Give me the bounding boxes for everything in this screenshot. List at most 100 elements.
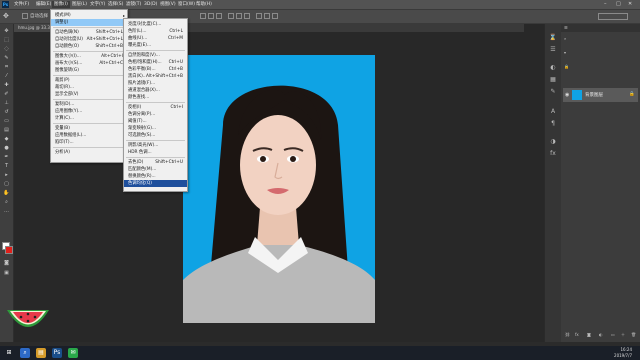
search-icon[interactable]: ⌕ bbox=[20, 348, 30, 358]
menu-item[interactable]: 复制(D)... bbox=[51, 101, 127, 108]
eye-icon[interactable]: ◉ bbox=[565, 92, 569, 98]
menu-item[interactable]: 自动颜色(O) Shift+Ctrl+B bbox=[51, 43, 127, 50]
3d-mode-icon[interactable] bbox=[256, 13, 262, 19]
type-icon[interactable]: T bbox=[3, 163, 10, 169]
windows-start-icon[interactable]: ⊞ bbox=[4, 348, 14, 358]
align-center-icon[interactable] bbox=[208, 13, 214, 19]
system-tray[interactable]: 16:24 2019/7/7 bbox=[614, 347, 632, 359]
menu-item[interactable]: 亮度/对比度(C)... bbox=[124, 21, 187, 28]
styles-panel-icon[interactable]: fx bbox=[549, 150, 557, 157]
menu-item[interactable]: 裁剪(P) bbox=[51, 77, 127, 84]
menu-item[interactable]: 色阶(L)... Ctrl+L bbox=[124, 28, 187, 35]
photoshop-taskbar-icon[interactable]: Ps bbox=[52, 348, 62, 358]
menu-item[interactable]: 应用图像(Y)... bbox=[51, 108, 127, 115]
menu-item[interactable]: 渐变映射(G)... bbox=[124, 125, 187, 132]
color-panel-icon[interactable]: ◐ bbox=[549, 64, 557, 71]
menu-item[interactable]: 色彩平衡(B)... Ctrl+B bbox=[124, 66, 187, 73]
menu-item[interactable]: 自然饱和度(V)... bbox=[124, 52, 187, 59]
lasso-icon[interactable]: ◌ bbox=[3, 46, 10, 52]
menu-item[interactable]: 替换颜色(R)... bbox=[124, 173, 187, 180]
file-explorer-icon[interactable]: ▤ bbox=[36, 348, 46, 358]
adjustment-layer-icon[interactable]: ◐ bbox=[599, 332, 603, 337]
menu-item[interactable]: 变量(B)▸ bbox=[51, 125, 127, 132]
hand-icon[interactable]: ✋ bbox=[3, 190, 10, 196]
brush-panel-icon[interactable]: ✎ bbox=[549, 88, 557, 95]
background-color-swatch[interactable] bbox=[5, 246, 13, 254]
screen-mode-icon[interactable]: ▣ bbox=[3, 270, 10, 276]
menu-help[interactable]: 帮助(H) bbox=[194, 1, 214, 8]
menu-edit[interactable]: 编辑(E) bbox=[34, 1, 53, 8]
group-icon[interactable]: ▭ bbox=[611, 332, 615, 337]
menu-item[interactable]: 计算(C)... bbox=[51, 115, 127, 122]
menu-type[interactable]: 文字(Y) bbox=[88, 1, 107, 8]
healing-icon[interactable]: ✚ bbox=[3, 82, 10, 88]
menu-item[interactable]: 色调分离(P)... bbox=[124, 111, 187, 118]
menu-item[interactable]: 匹配颜色(M)... bbox=[124, 166, 187, 173]
menu-item[interactable]: HDR 色调... bbox=[124, 149, 187, 156]
move-icon[interactable]: ✥ bbox=[3, 28, 10, 34]
properties-panel-icon[interactable]: ☰ bbox=[549, 46, 557, 53]
minimize-icon[interactable]: – bbox=[604, 1, 607, 7]
menu-item[interactable]: 裁切(R)... bbox=[51, 84, 127, 91]
menu-item[interactable]: 应用数据组(L)... bbox=[51, 132, 127, 139]
swatches-panel-icon[interactable]: ▦ bbox=[549, 76, 557, 83]
distribute-icon[interactable] bbox=[228, 13, 234, 19]
character-panel-icon[interactable]: A bbox=[549, 108, 557, 115]
menu-item[interactable]: 阴影/高光(W)... bbox=[124, 142, 187, 149]
3d-pan-icon[interactable] bbox=[272, 13, 278, 19]
shape-icon[interactable]: ▢ bbox=[3, 181, 10, 187]
menu-item[interactable]: 阈值(T)... bbox=[124, 118, 187, 125]
eraser-icon[interactable]: ▭ bbox=[3, 118, 10, 124]
paragraph-panel-icon[interactable]: ¶ bbox=[549, 120, 557, 127]
menu-item[interactable]: 图像大小(I)... Alt+Ctrl+I bbox=[51, 53, 127, 60]
menu-item[interactable]: 可选颜色(S)... bbox=[124, 132, 187, 139]
3d-rotate-icon[interactable] bbox=[264, 13, 270, 19]
pen-icon[interactable]: ✒ bbox=[3, 154, 10, 160]
menu-3d[interactable]: 3D(D) bbox=[142, 1, 159, 8]
menu-view[interactable]: 视图(V) bbox=[158, 1, 178, 8]
menu-item[interactable]: 自动对比度(U) Alt+Shift+Ctrl+L bbox=[51, 36, 127, 43]
fx-icon[interactable]: fx bbox=[575, 332, 579, 337]
menu-item[interactable]: 陷印(T)... bbox=[51, 139, 127, 146]
menu-select[interactable]: 选择(S) bbox=[106, 1, 125, 8]
menu-item[interactable]: 色相/饱和度(H)... Ctrl+U bbox=[124, 59, 187, 66]
menu-item[interactable]: 通道混合器(X)... bbox=[124, 87, 187, 94]
menu-item[interactable]: 调整(J)▸ bbox=[51, 19, 127, 26]
menu-item[interactable]: 分析(A)▸ bbox=[51, 149, 127, 156]
blend-mode-icon[interactable]: ▾ bbox=[564, 50, 566, 55]
layers-tab-icon[interactable]: ☰ bbox=[564, 25, 568, 30]
menu-filter[interactable]: 滤镜(T) bbox=[124, 1, 143, 8]
wechat-icon[interactable]: ✉ bbox=[68, 348, 78, 358]
align-right-icon[interactable] bbox=[216, 13, 222, 19]
menu-item[interactable]: 反相(I) Ctrl+I bbox=[124, 104, 187, 111]
menu-item[interactable]: 显示全部(V) bbox=[51, 91, 127, 98]
menu-item[interactable]: 曝光度(E)... bbox=[124, 42, 187, 49]
maximize-icon[interactable]: □ bbox=[616, 1, 621, 7]
stamp-icon[interactable]: ⊥ bbox=[3, 100, 10, 106]
lock-icons[interactable]: 🔒 bbox=[564, 64, 569, 69]
distribute-v-icon[interactable] bbox=[244, 13, 250, 19]
menu-item[interactable]: 曲线(U)... Ctrl+M bbox=[124, 35, 187, 42]
history-brush-icon[interactable]: ↺ bbox=[3, 109, 10, 115]
workspace-selector[interactable] bbox=[598, 13, 628, 20]
blur-icon[interactable]: ◆ bbox=[3, 136, 10, 142]
adjustments-panel-icon[interactable]: ◑ bbox=[549, 138, 557, 145]
menu-layer[interactable]: 图层(L) bbox=[70, 1, 89, 8]
move-tool-icon[interactable]: ✥ bbox=[3, 12, 9, 20]
more-tools-icon[interactable]: … bbox=[3, 208, 10, 214]
menu-item[interactable]: 去色(D) Shift+Ctrl+U bbox=[124, 159, 187, 166]
brush-icon[interactable]: ✐ bbox=[3, 91, 10, 97]
auto-select-checkbox[interactable] bbox=[22, 13, 28, 19]
marquee-icon[interactable]: ⬚ bbox=[3, 37, 10, 43]
menu-item[interactable]: 色调均化(Q) bbox=[124, 180, 187, 187]
history-panel-icon[interactable]: ⌛ bbox=[549, 34, 557, 41]
link-layers-icon[interactable]: ⛓ bbox=[565, 332, 570, 337]
crop-icon[interactable]: ⌗ bbox=[3, 64, 10, 70]
close-icon[interactable]: ✕ bbox=[628, 1, 632, 7]
menu-item[interactable]: 颜色查找... bbox=[124, 94, 187, 101]
quick-mask-icon[interactable]: ◙ bbox=[3, 260, 10, 266]
menu-item[interactable]: 画布大小(S)... Alt+Ctrl+C bbox=[51, 60, 127, 67]
align-left-icon[interactable] bbox=[200, 13, 206, 19]
distribute-h-icon[interactable] bbox=[236, 13, 242, 19]
menu-item[interactable]: 图像旋转(G)▸ bbox=[51, 67, 127, 74]
